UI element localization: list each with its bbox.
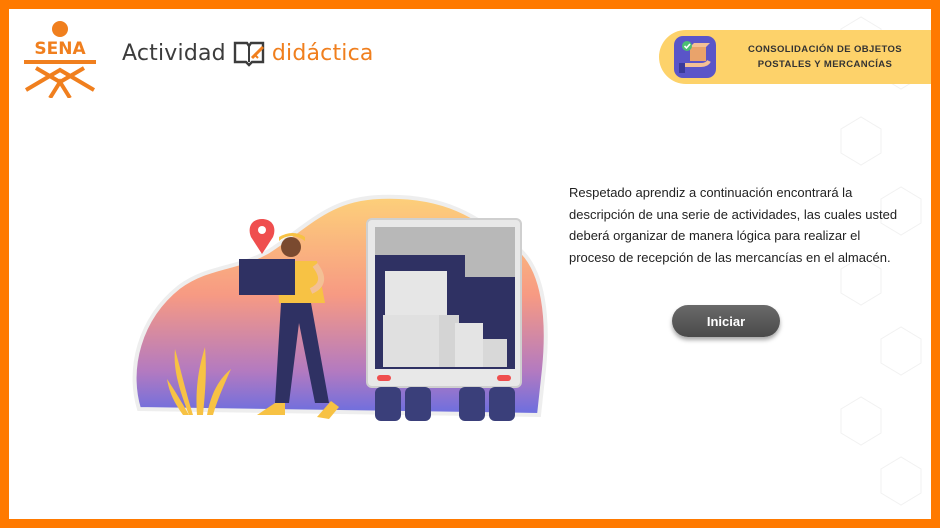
badge-line-2: POSTALES Y MERCANCÍAS [757,59,893,70]
activity-title: Actividad didáctica [122,37,374,69]
title-word-actividad: Actividad [122,40,226,66]
badge-title: CONSOLIDACIÓN DE OBJETOS POSTALES Y MERC… [725,42,925,72]
content-area: SENA Actividad didáctica CONSOLIDACIÓN D… [9,9,931,519]
delivery-illustration [132,194,548,421]
start-button[interactable]: Iniciar [672,305,780,337]
title-word-didactica: didáctica [271,40,374,66]
page-frame: SENA Actividad didáctica CONSOLIDACIÓN D… [0,0,940,528]
sena-logo-text: SENA [34,39,86,59]
badge-line-1: CONSOLIDACIÓN DE OBJETOS [747,44,903,55]
book-pencil-icon [233,41,265,67]
sena-logo: SENA [24,21,96,98]
package-check-icon [674,36,716,78]
course-badge: CONSOLIDACIÓN DE OBJETOS POSTALES Y MERC… [659,30,931,84]
intro-paragraph: Respetado aprendiz a continuación encont… [569,185,898,265]
